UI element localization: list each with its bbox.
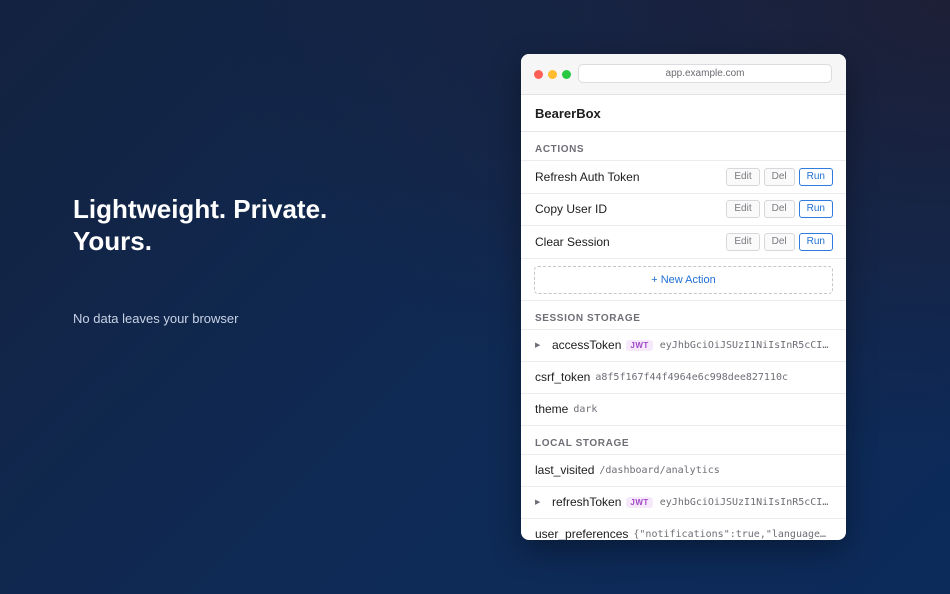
- new-action-container: + New Action: [521, 259, 846, 301]
- run-button[interactable]: Run: [798, 200, 833, 219]
- edit-button[interactable]: Edit: [726, 232, 760, 251]
- storage-row[interactable]: csrf_token a8f5f167f44f4964e6c998dee8271…: [521, 362, 846, 394]
- storage-key: last_visited: [535, 463, 595, 477]
- storage-value: eyJhbGciOiJSUzI1NiIsInR5cCI6IkpXVCJ9: [659, 339, 832, 351]
- run-button[interactable]: Run: [798, 232, 833, 251]
- delete-button[interactable]: Del: [763, 232, 795, 251]
- headline: Lightweight. Private. Yours.: [73, 193, 327, 257]
- storage-key: user_preferences: [535, 527, 629, 540]
- actions-section-title: ACTIONS: [521, 132, 846, 161]
- session-storage-section-title: SESSION STORAGE: [521, 301, 846, 330]
- storage-row[interactable]: last_visited /dashboard/analytics: [521, 455, 846, 487]
- expand-caret-icon[interactable]: ▶: [535, 498, 552, 506]
- storage-key: theme: [535, 402, 569, 416]
- close-window-button[interactable]: [534, 70, 543, 79]
- expand-caret-icon[interactable]: ▶: [535, 341, 552, 349]
- jwt-badge: JWT: [626, 496, 653, 508]
- app-title: BearerBox: [521, 95, 846, 132]
- edit-button[interactable]: Edit: [726, 167, 760, 186]
- delete-button[interactable]: Del: [763, 167, 795, 186]
- action-name: Copy User ID: [535, 202, 608, 217]
- action-row: Clear Session Edit Del Run: [521, 226, 846, 259]
- local-storage-section-title: LOCAL STORAGE: [521, 426, 846, 455]
- subline: No data leaves your browser: [73, 311, 239, 326]
- action-row: Copy User ID Edit Del Run: [521, 194, 846, 226]
- extension-panel: BearerBox ACTIONS Refresh Auth Token Edi…: [521, 95, 846, 540]
- minimize-window-button[interactable]: [548, 70, 557, 79]
- address-bar[interactable]: app.example.com: [578, 64, 832, 83]
- zoom-window-button[interactable]: [562, 70, 571, 79]
- action-name: Clear Session: [535, 234, 610, 249]
- run-button[interactable]: Run: [798, 167, 833, 186]
- storage-value: eyJhbGciOiJSUzI1NiIsInR5cCI6IkpXVCJ9: [659, 496, 832, 508]
- jwt-badge: JWT: [626, 339, 653, 351]
- storage-key: refreshToken: [552, 495, 622, 509]
- new-action-button[interactable]: + New Action: [534, 265, 833, 294]
- storage-key: accessToken: [552, 338, 622, 352]
- storage-row[interactable]: user_preferences {"notifications":true,"…: [521, 519, 846, 540]
- edit-button[interactable]: Edit: [726, 200, 760, 219]
- title-bar: app.example.com: [521, 54, 846, 95]
- storage-row[interactable]: theme dark: [521, 394, 846, 426]
- headline-line-1: Lightweight. Private.: [73, 194, 328, 224]
- storage-key: csrf_token: [535, 370, 591, 384]
- storage-value: {"notifications":true,"language":"en"}: [633, 528, 832, 540]
- storage-value: /dashboard/analytics: [599, 464, 720, 476]
- storage-row[interactable]: ▶ refreshToken JWT eyJhbGciOiJSUzI1NiIsI…: [521, 487, 846, 519]
- storage-row[interactable]: ▶ accessToken JWT eyJhbGciOiJSUzI1NiIsIn…: [521, 330, 846, 362]
- storage-value: dark: [573, 403, 598, 415]
- headline-line-2: Yours.: [73, 226, 152, 256]
- action-row: Refresh Auth Token Edit Del Run: [521, 161, 846, 194]
- hero: Lightweight. Private. Yours.: [73, 193, 327, 257]
- action-name: Refresh Auth Token: [535, 169, 640, 184]
- storage-value: a8f5f167f44f4964e6c998dee827110c: [595, 371, 789, 383]
- browser-window: app.example.com BearerBox ACTIONS Refres…: [521, 54, 846, 540]
- delete-button[interactable]: Del: [763, 200, 795, 219]
